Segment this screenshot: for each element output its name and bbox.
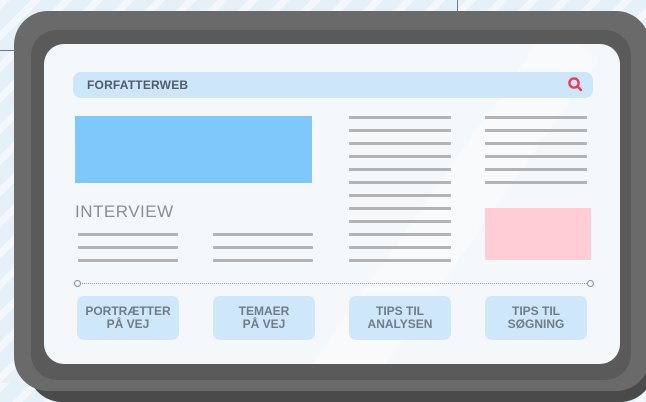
- site-title: FORFATTERWEB: [87, 78, 189, 92]
- text-line: [349, 233, 451, 236]
- text-line: [485, 142, 587, 145]
- nav-button-label: TEMAER PÅ VEJ: [238, 304, 290, 331]
- text-line: [213, 259, 313, 262]
- nav-button-label: PORTRÆTTER PÅ VEJ: [85, 304, 171, 331]
- text-line: [78, 233, 178, 236]
- text-line: [213, 233, 313, 236]
- search-bar[interactable]: FORFATTERWEB: [73, 72, 593, 98]
- nav-button-label: TIPS TIL SØGNING: [507, 304, 565, 331]
- text-line: [349, 129, 451, 132]
- text-line: [349, 116, 451, 119]
- divider-dot: [587, 280, 594, 287]
- article-image[interactable]: [75, 116, 312, 183]
- text-line: [485, 155, 587, 158]
- text-line: [349, 207, 451, 210]
- text-line: [78, 259, 178, 262]
- text-line: [485, 168, 587, 171]
- text-line: [213, 246, 313, 249]
- text-line: [349, 155, 451, 158]
- text-line: [349, 194, 451, 197]
- nav-button-portraetter[interactable]: PORTRÆTTER PÅ VEJ: [77, 296, 179, 340]
- text-line: [349, 168, 451, 171]
- nav-button-label: TIPS TIL ANALYSEN: [367, 304, 433, 331]
- divider-dot: [74, 280, 81, 287]
- nav-button-temaer[interactable]: TEMAER PÅ VEJ: [213, 296, 315, 340]
- nav-button-tips-soegning[interactable]: TIPS TIL SØGNING: [485, 296, 587, 340]
- search-icon[interactable]: [567, 76, 583, 92]
- text-line: [78, 246, 178, 249]
- text-line: [485, 129, 587, 132]
- section-heading: INTERVIEW: [75, 202, 174, 221]
- text-line: [349, 220, 451, 223]
- text-line: [485, 116, 587, 119]
- text-line: [349, 181, 451, 184]
- text-line: [349, 246, 451, 249]
- tablet-screen: FORFATTERWEB INTERVIEW PORTRÆTTER PÅ VEJ…: [44, 44, 620, 364]
- divider: [78, 283, 589, 284]
- text-line: [349, 142, 451, 145]
- text-line: [485, 181, 587, 184]
- nav-button-tips-analysen[interactable]: TIPS TIL ANALYSEN: [349, 296, 451, 340]
- ad-banner[interactable]: [485, 208, 591, 260]
- text-line: [349, 259, 451, 262]
